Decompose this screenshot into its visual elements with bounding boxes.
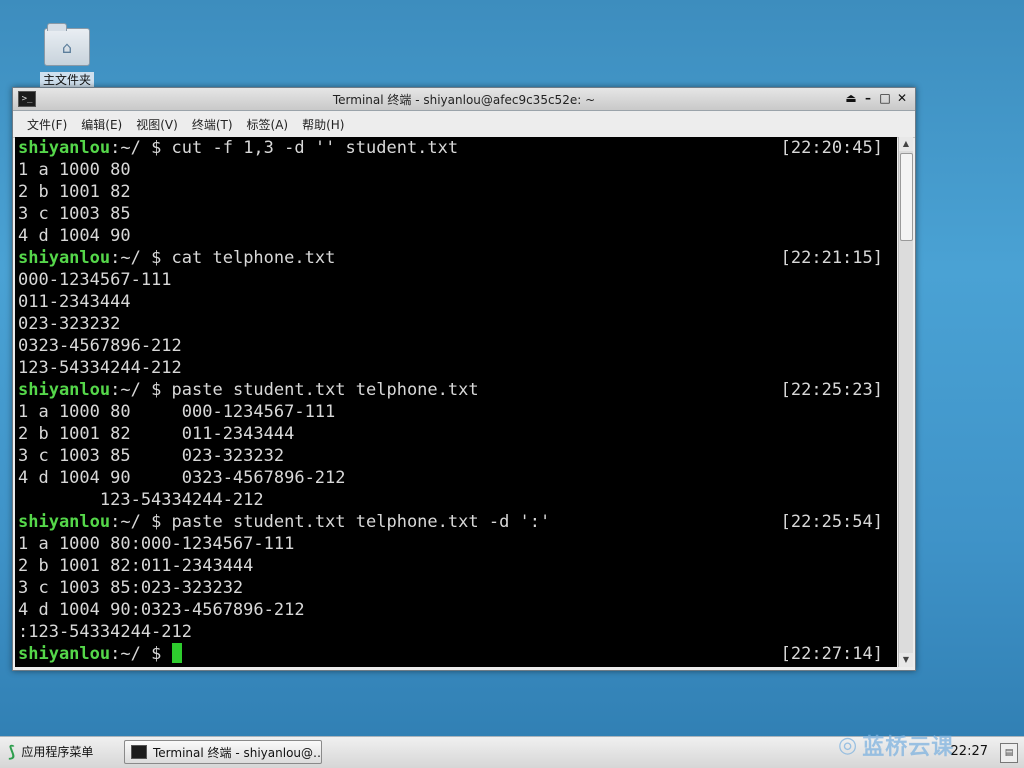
timestamp: [22:20:45] bbox=[780, 138, 883, 158]
prompt-user: shiyanlou bbox=[18, 512, 111, 532]
close-button[interactable]: ✕ bbox=[895, 90, 909, 106]
prompt-path: :~/ $ bbox=[110, 380, 172, 400]
output-line: 3 c 1003 85 023-323232 bbox=[18, 446, 285, 466]
command-text: cat telphone.txt bbox=[171, 248, 336, 268]
applications-menu-label: 应用程序菜单 bbox=[21, 745, 94, 759]
prompt-line: shiyanlou:~/ $ cut -f 1,3 -d '' student.… bbox=[15, 137, 897, 159]
output-line: :123-54334244-212 bbox=[18, 622, 192, 642]
menu-tabs[interactable]: 标签(A) bbox=[241, 114, 295, 135]
output-line: 1 a 1000 80 bbox=[18, 160, 131, 180]
window-title: Terminal 终端 - shiyanlou@afec9c35c52e: ~ bbox=[332, 93, 596, 107]
app-menu-logo-icon: ⟆ bbox=[8, 742, 16, 761]
terminal-scrollbar[interactable]: ▲ ▼ bbox=[898, 137, 913, 667]
show-desktop-icon[interactable]: ▤ bbox=[1000, 743, 1018, 763]
prompt-line: shiyanlou:~/ $ cat telphone.txt [22:21:15… bbox=[15, 247, 897, 269]
prompt-path: :~/ $ bbox=[110, 644, 172, 664]
watermark-logo-icon: ◎ bbox=[838, 732, 859, 758]
command-text: paste student.txt telphone.txt -d ':' bbox=[171, 512, 551, 532]
prompt-user: shiyanlou bbox=[18, 138, 111, 158]
prompt-line: shiyanlou:~/ $ paste student.txt telphon… bbox=[15, 511, 897, 533]
timestamp: [22:27:14] bbox=[780, 644, 883, 664]
prompt-user: shiyanlou bbox=[18, 248, 111, 268]
menu-edit[interactable]: 编辑(E) bbox=[75, 114, 128, 135]
terminal-output[interactable]: shiyanlou:~/ $ cut -f 1,3 -d '' student.… bbox=[15, 137, 897, 667]
output-line: 4 d 1004 90:0323-4567896-212 bbox=[18, 600, 305, 620]
output-line: 123-54334244-212 bbox=[18, 358, 182, 378]
output-line: 2 b 1001 82 011-2343444 bbox=[18, 424, 295, 444]
terminal-task-icon bbox=[131, 745, 147, 759]
prompt-path: :~/ $ bbox=[110, 512, 172, 532]
home-folder-icon: ⌂ bbox=[44, 23, 90, 66]
prompt-line: shiyanlou:~/ $ [22:27:14] bbox=[15, 643, 897, 665]
output-line: 1 a 1000 80 000-1234567-111 bbox=[18, 402, 336, 422]
menu-file[interactable]: 文件(F) bbox=[21, 114, 73, 135]
output-line: 011-2343444 bbox=[18, 292, 131, 312]
output-line: 2 b 1001 82:011-2343444 bbox=[18, 556, 254, 576]
output-line: 4 d 1004 90 0323-4567896-212 bbox=[18, 468, 346, 488]
scroll-down-icon[interactable]: ▼ bbox=[899, 653, 913, 667]
scroll-thumb[interactable] bbox=[900, 153, 913, 241]
watermark: ◎ 蓝桥云课 bbox=[838, 729, 954, 761]
output-line: 1 a 1000 80:000-1234567-111 bbox=[18, 534, 295, 554]
menubar: 文件(F) 编辑(E) 视图(V) 终端(T) 标签(A) 帮助(H) bbox=[13, 111, 915, 138]
applications-menu-button[interactable]: ⟆ 应用程序菜单 bbox=[8, 742, 93, 761]
output-line: 3 c 1003 85:023-323232 bbox=[18, 578, 244, 598]
clock[interactable]: 22:27 bbox=[951, 744, 988, 759]
taskbar-terminal-button[interactable]: Terminal 终端 - shiyanlou@… bbox=[124, 740, 322, 764]
watermark-text: 蓝桥云课 bbox=[862, 735, 955, 760]
output-line: 2 b 1001 82 bbox=[18, 182, 131, 202]
taskbar-terminal-label: Terminal 终端 - shiyanlou@… bbox=[153, 745, 322, 760]
prompt-path: :~/ $ bbox=[110, 138, 172, 158]
output-line: 123-54334244-212 bbox=[18, 490, 264, 510]
output-line: 3 c 1003 85 bbox=[18, 204, 131, 224]
output-line: 000-1234567-111 bbox=[18, 270, 172, 290]
taskbar: ⟆ 应用程序菜单 Terminal 终端 - shiyanlou@… ◎ 蓝桥云… bbox=[0, 733, 1024, 768]
terminal-cursor bbox=[171, 643, 182, 663]
scroll-up-icon[interactable]: ▲ bbox=[899, 137, 913, 151]
maximize-button[interactable]: □ bbox=[878, 90, 892, 106]
menu-terminal[interactable]: 终端(T) bbox=[186, 114, 239, 135]
menu-help[interactable]: 帮助(H) bbox=[296, 114, 350, 135]
output-line: 023-323232 bbox=[18, 314, 121, 334]
shade-button[interactable]: ⏏ bbox=[844, 90, 858, 106]
timestamp: [22:25:54] bbox=[780, 512, 883, 532]
desktop-icon-label: 主文件夹 bbox=[39, 72, 94, 87]
minimize-button[interactable]: – bbox=[861, 90, 875, 106]
prompt-line: shiyanlou:~/ $ paste student.txt telphon… bbox=[15, 379, 897, 401]
output-line: 0323-4567896-212 bbox=[18, 336, 182, 356]
command-text: cut -f 1,3 -d '' student.txt bbox=[171, 138, 459, 158]
prompt-path: :~/ $ bbox=[110, 248, 172, 268]
command-text: paste student.txt telphone.txt bbox=[171, 380, 479, 400]
menu-view[interactable]: 视图(V) bbox=[130, 114, 184, 135]
desktop-icon-home-folder[interactable]: ⌂ 主文件夹 bbox=[36, 23, 98, 91]
prompt-user: shiyanlou bbox=[18, 644, 111, 664]
output-line: 4 d 1004 90 bbox=[18, 226, 131, 246]
terminal-window: >_ Terminal 终端 - shiyanlou@afec9c35c52e:… bbox=[12, 87, 916, 671]
timestamp: [22:25:23] bbox=[780, 380, 883, 400]
prompt-user: shiyanlou bbox=[18, 380, 111, 400]
timestamp: [22:21:15] bbox=[780, 248, 883, 268]
window-titlebar[interactable]: >_ Terminal 终端 - shiyanlou@afec9c35c52e:… bbox=[13, 88, 915, 111]
